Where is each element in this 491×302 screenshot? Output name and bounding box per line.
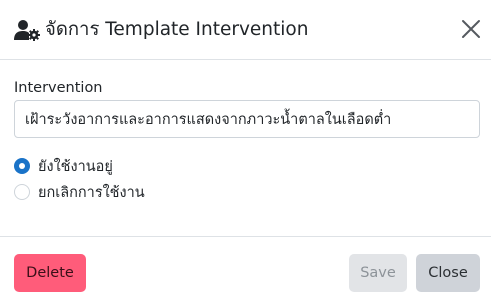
intervention-input[interactable] (14, 100, 480, 138)
delete-button[interactable]: Delete (14, 254, 86, 292)
status-option-active[interactable]: ยังใช้งานอยู่ (14, 156, 113, 176)
modal-footer: Delete Save Close (0, 236, 491, 302)
status-option-cancelled[interactable]: ยกเลิกการใช้งาน (14, 182, 145, 202)
modal-header: จัดการ Template Intervention (0, 0, 491, 60)
modal-title: จัดการ Template Intervention (45, 19, 309, 40)
radio-active[interactable] (14, 158, 30, 174)
radio-cancelled[interactable] (14, 184, 30, 200)
template-intervention-modal: จัดการ Template Intervention Interventio… (0, 0, 491, 302)
save-button[interactable]: Save (349, 254, 407, 292)
close-button[interactable]: Close (416, 254, 480, 292)
close-icon[interactable] (461, 19, 481, 39)
user-gear-icon (14, 20, 40, 41)
modal-body: Intervention ยังใช้งานอยู่ ยกเลิกการใช้ง… (0, 60, 491, 236)
intervention-label: Intervention (14, 80, 103, 96)
status-option-label: ยกเลิกการใช้งาน (38, 184, 145, 201)
status-option-label: ยังใช้งานอยู่ (38, 158, 113, 175)
